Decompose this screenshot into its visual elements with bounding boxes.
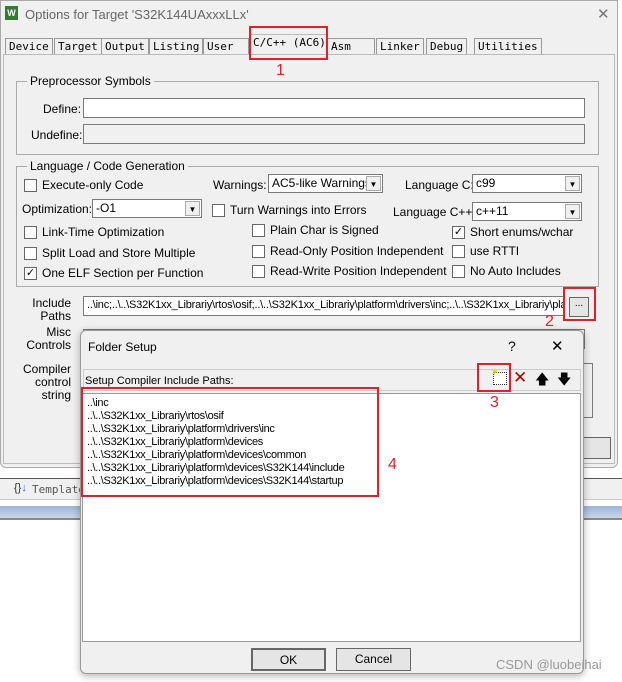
warnings-label: Warnings: [213,178,267,192]
annotation-box-3 [477,363,511,392]
execute-only-checkbox[interactable]: Execute-only Code [24,178,143,192]
tab-linker[interactable]: Linker [376,38,424,54]
optimization-select[interactable]: -O1 ▼ [92,199,202,218]
chevron-down-icon: ▼ [565,204,580,219]
short-enums-checkbox[interactable]: ✓ Short enums/wchar [452,225,573,239]
undefine-label: Undefine: [31,128,83,142]
annotation-label-3: 3 [490,394,499,411]
ok-button[interactable]: OK [251,648,326,671]
tab-target[interactable]: Target [54,38,102,54]
chevron-down-icon: ▼ [366,176,381,191]
language-c-label: Language C: [405,178,474,192]
annotation-box-1 [249,26,328,60]
no-auto-includes-checkbox[interactable]: No Auto Includes [452,264,561,278]
one-elf-checkbox[interactable]: ✓ One ELF Section per Function [24,266,203,280]
move-up-icon[interactable]: 🡅 [535,369,549,393]
close-icon[interactable]: ✕ [551,337,564,355]
lto-checkbox[interactable]: Link-Time Optimization [24,225,164,239]
cancel-button[interactable]: Cancel [336,648,411,671]
ropi-checkbox[interactable]: Read-Only Position Independent [252,244,443,258]
plain-char-checkbox[interactable]: Plain Char is Signed [252,223,379,237]
annotation-label-2: 2 [545,313,554,330]
compiler-control-label: Compiler control string [22,362,71,402]
include-paths-input[interactable]: ..\inc;..\..\S32K1xx_Librariy\rtos\osif;… [83,296,565,316]
rwpi-checkbox[interactable]: Read-Write Position Independent [252,264,447,278]
tab-asm[interactable]: Asm [327,38,375,54]
warnings-select[interactable]: AC5-like Warnings ▼ [268,174,383,193]
undefine-input[interactable] [83,124,585,144]
tab-listing[interactable]: Listing [149,38,204,54]
language-cpp-select[interactable]: c++11 ▼ [472,202,582,221]
tab-utilities[interactable]: Utilities [474,38,542,54]
editor-tab-template[interactable]: Template [32,483,85,496]
include-paths-label: Include Paths [32,296,71,323]
annotation-label-1: 1 [276,62,285,79]
preprocessor-title: Preprocessor Symbols [27,74,154,88]
include-paths-header: Setup Compiler Include Paths: [85,375,234,387]
annotation-box-4 [81,387,379,497]
folder-title: Folder Setup [88,340,157,354]
tab-device[interactable]: Device [5,38,53,54]
define-label: Define: [43,102,82,116]
tab-user[interactable]: User [203,38,249,54]
chevron-down-icon: ▼ [565,176,580,191]
watermark: CSDN @luobeihai [496,657,602,672]
app-icon: W [5,6,18,20]
close-icon[interactable]: ✕ [597,5,610,23]
optimization-label: Optimization: [22,202,93,216]
window-title: Options for Target 'S32K144UAxxxLLx' [25,7,249,22]
tab-debug[interactable]: Debug [426,38,468,54]
warnings-errors-checkbox[interactable]: Turn Warnings into Errors [212,203,366,217]
braces-icon: {}↓ [14,482,27,494]
language-cpp-label: Language C++: [393,205,476,219]
define-input[interactable] [83,98,585,118]
move-down-icon[interactable]: 🡇 [557,369,571,393]
misc-controls-label: Misc Controls [26,325,71,352]
chevron-down-icon: ▼ [185,201,200,216]
annotation-box-2 [563,287,596,321]
annotation-label-4: 4 [388,456,397,473]
split-load-checkbox[interactable]: Split Load and Store Multiple [24,246,195,260]
delete-icon[interactable]: ✕ [513,368,527,388]
language-c-select[interactable]: c99 ▼ [472,174,582,193]
language-title: Language / Code Generation [27,159,188,173]
tab-output[interactable]: Output [101,38,149,54]
help-icon[interactable]: ? [508,338,516,354]
rtti-checkbox[interactable]: use RTTI [452,244,519,258]
